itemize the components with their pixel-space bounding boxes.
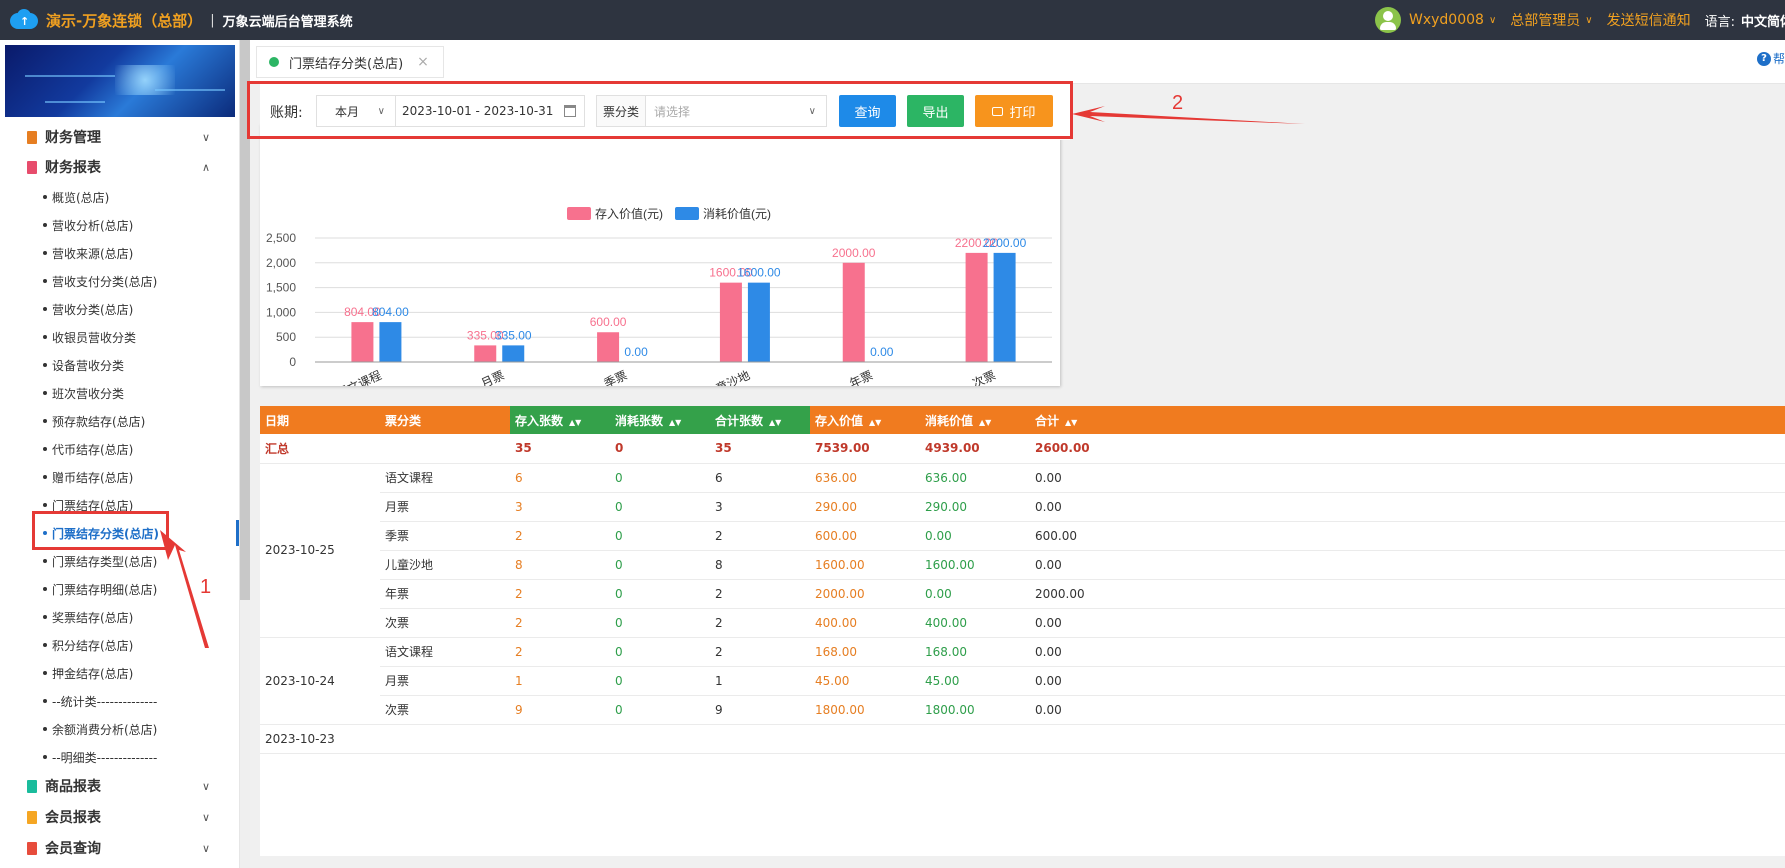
- annotation-number-2: 2: [1172, 92, 1184, 114]
- annotation-number-1: 1: [200, 576, 212, 598]
- annotation-arrows: [160, 106, 1305, 648]
- annotation-arrow-2: [1072, 106, 1305, 124]
